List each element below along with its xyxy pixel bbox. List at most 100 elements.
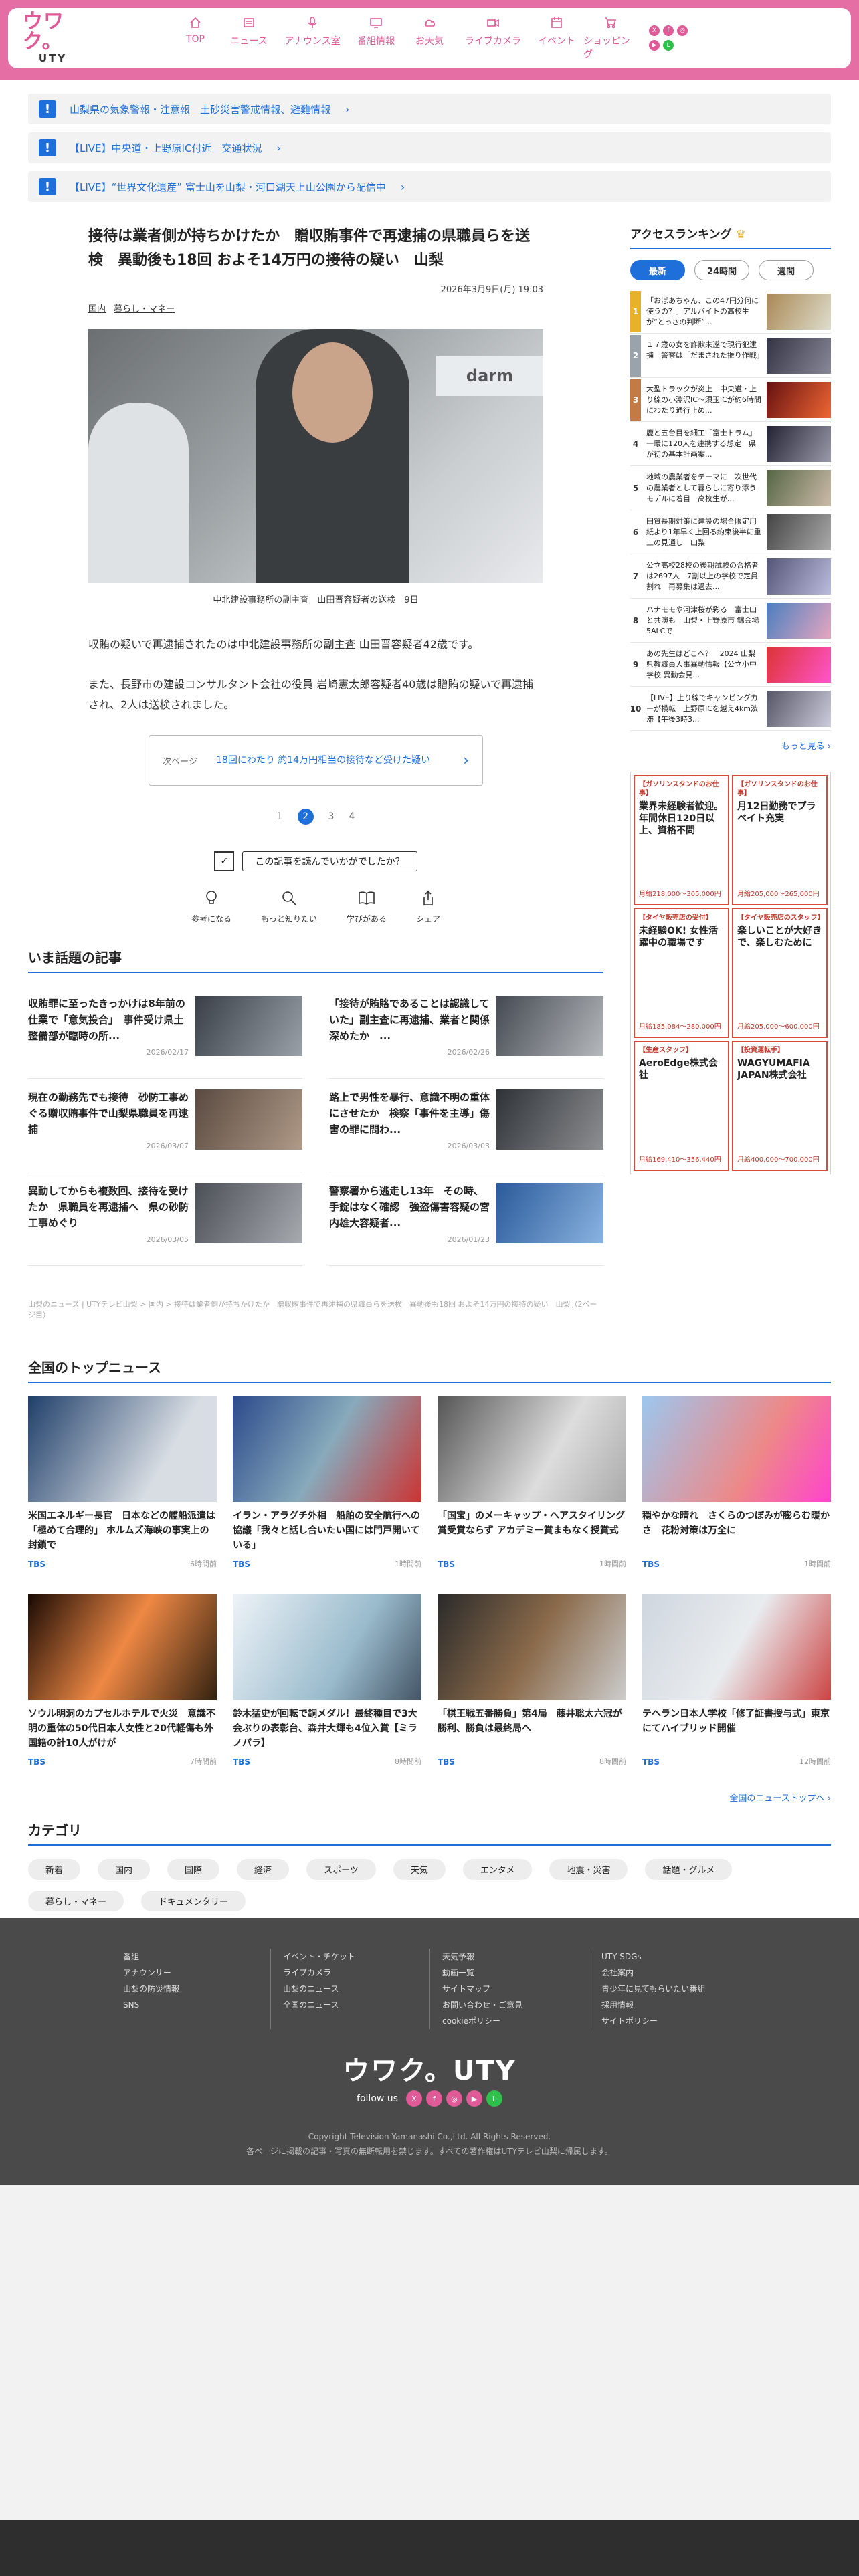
job-ad[interactable]: 【生産スタッフ】 AeroEdge株式会社 月給169,410〜356,440円 xyxy=(634,1041,729,1171)
category-chip[interactable]: スポーツ xyxy=(306,1859,376,1880)
tag-link[interactable]: 暮らし・マネー xyxy=(114,304,175,314)
national-item[interactable]: イラン・アラグチ外相 船舶の安全航行への協議「我々と話し合いたい国には門戸開いて… xyxy=(233,1396,421,1574)
footer-link[interactable]: 番組 xyxy=(123,1949,270,1965)
alert-item[interactable]: ! 【LIVE】中央道・上野原IC付近 交通状況 › xyxy=(28,132,831,163)
footer-link[interactable]: UTY SDGs xyxy=(601,1949,748,1965)
national-item[interactable]: 「棋王戦五番勝負」第4局 藤井聡太六冠が勝利、勝負は最終局へ TBS 8時間前 xyxy=(438,1594,626,1772)
x-icon[interactable]: X xyxy=(649,25,660,36)
category-chip[interactable]: 天気 xyxy=(393,1859,446,1880)
category-chip[interactable]: エンタメ xyxy=(462,1859,533,1880)
category-chip[interactable]: 暮らし・マネー xyxy=(28,1891,124,1911)
page-link[interactable]: 3 xyxy=(328,811,335,822)
ranking-item[interactable]: 5 地域の農業者をテーマに 次世代の農業者として暮らしに寄り添うモデルに着目 高校… xyxy=(630,466,831,510)
job-ad[interactable]: 【タイヤ販売店の受付】 未経験OK! 女性活躍中の職場です 月給185,084〜28… xyxy=(634,907,729,1039)
trending-item[interactable]: 現在の勤務先でも接待 砂防工事めぐる贈収賄事件で山梨県職員を再逮捕 2026/0… xyxy=(28,1079,302,1172)
tab-latest[interactable]: 最新 xyxy=(630,260,685,280)
footer-logo[interactable]: ウワク。UTY xyxy=(0,2049,859,2088)
national-item[interactable]: ソウル明洞のカプセルホテルで火災 意識不明の重体の50代日本人女性と20代軽傷も… xyxy=(28,1594,217,1772)
trending-item[interactable]: 路上で男性を暴行、意識不明の重体にさせたか 検察「事件を主導」傷害の罪に問わ..… xyxy=(329,1079,603,1172)
national-item[interactable]: 穏やかな晴れ さくらのつぼみが膨らむ暖かさ 花粉対策は万全に TBS 1時間前 xyxy=(642,1396,831,1574)
job-ad[interactable]: 【ガソリンスタンドのお仕事】 月12日勤務でプラベイト充実 月給205,000〜26… xyxy=(732,775,828,905)
ranking-item[interactable]: 7 公立高校28校の後期試験の合格者は2697人 7割以上の学校で定員割れ 再募集… xyxy=(630,554,831,599)
trending-item[interactable]: 異動してからも複数回、接待を受けたか 県職員を再逮捕へ 県の砂防工事めぐり 20… xyxy=(28,1172,302,1266)
trending-item[interactable]: 警察署から逃走し13年 その時、手錠はなく確認 強盗傷害容疑の宮内雄大容疑者..… xyxy=(329,1172,603,1266)
tab-24h[interactable]: 24時間 xyxy=(694,260,749,280)
nav-weather[interactable]: お天気 xyxy=(403,15,456,61)
footer-link[interactable]: サイトマップ xyxy=(442,1981,589,1997)
footer-link[interactable]: 山梨のニュース xyxy=(283,1981,430,1997)
national-item[interactable]: 「国宝」のメーキャップ・ヘアスタイリング賞受賞ならず アカデミー賞まもなく授賞式… xyxy=(438,1396,626,1574)
category-chip[interactable]: 経済 xyxy=(237,1859,290,1880)
ranking-item[interactable]: 4 鹿と五台目を細工「富士トラム」一環に120人を連携する想定 県が初の基本計画案… xyxy=(630,422,831,466)
footer-link[interactable]: サイトポリシー xyxy=(601,2013,748,2029)
nav-livecam[interactable]: ライブカメラ xyxy=(456,15,530,61)
national-item[interactable]: テヘラン日本人学校「修了証書授与式」東京にてハイブリッド開催 TBS 12時間前 xyxy=(642,1594,831,1772)
next-page-link[interactable]: 次ページ 18回にわたり 約14万円相当の接待など受けた疑い › xyxy=(149,735,483,786)
facebook-icon[interactable]: f xyxy=(663,25,674,36)
footer-link[interactable]: 青少年に見てもらいたい番組 xyxy=(601,1981,748,1997)
ranking-more-link[interactable]: もっと見る › xyxy=(630,739,831,752)
footer-link[interactable]: ライブカメラ xyxy=(283,1965,430,1981)
line-icon[interactable]: L xyxy=(486,2090,502,2107)
instagram-icon[interactable]: ◎ xyxy=(446,2090,462,2107)
ranking-item[interactable]: 9 あの先生はどこへ？ 2024 山梨県教職員人事異動情報【公立小中学校 異動会見… xyxy=(630,643,831,687)
feedback-button[interactable]: この記事を読んでいかがでしたか？ xyxy=(242,851,417,871)
trending-item[interactable]: 「接待が賄賂であることは認識していた」副主査に再逮捕、業者と関係深めたか ...… xyxy=(329,985,603,1079)
trending-item[interactable]: 収賄罪に至ったきっかけは8年前の仕業で「意気投合」 事件受け県土整備部が臨時の所… xyxy=(28,985,302,1079)
ranking-item[interactable]: 6 田質長期対策に建設の場合限定用紙より1年早く上回る約束後半に重工の見通し 山梨 xyxy=(630,510,831,554)
reaction-helpful[interactable]: 参考になる xyxy=(191,889,231,924)
footer-link[interactable]: 山梨の防災情報 xyxy=(123,1981,270,1997)
footer-link[interactable]: イベント・チケット xyxy=(283,1949,430,1965)
job-ad[interactable]: 【投資運転手】 WAGYUMAFIA JAPAN株式会社 月給400,000〜700… xyxy=(732,1041,828,1171)
ranking-item[interactable]: 3 大型トラックが炎上 中央道・上り線の小淵沢IC〜須玉ICが約6時間にわたり通行… xyxy=(630,378,831,422)
footer-link[interactable]: SNS xyxy=(123,1997,270,2013)
job-ad[interactable]: 【タイヤ販売店のスタッフ】 楽しいことが大好きで、楽しむために 月給205,000〜… xyxy=(732,907,828,1039)
category-chip[interactable]: 地震・災害 xyxy=(549,1859,628,1880)
tab-weekly[interactable]: 週間 xyxy=(759,260,814,280)
ranking-item[interactable]: 8 ハナモモや河津桜が彩る 富士山と共演も 山梨・上野原市 錦会場5ALCで xyxy=(630,599,831,643)
site-logo[interactable]: ウワク。 UTY xyxy=(23,12,83,65)
footer-link[interactable]: 全国のニュース xyxy=(283,1997,430,2013)
page-link[interactable]: 4 xyxy=(349,811,355,822)
facebook-icon[interactable]: f xyxy=(425,2090,442,2107)
job-ad[interactable]: 【ガソリンスタンドのお仕事】 業界未経験者歓迎。年間休日120日以上、資格不問 月給… xyxy=(634,775,729,905)
page-link[interactable]: 1 xyxy=(277,811,283,822)
category-chip[interactable]: 国内 xyxy=(98,1859,151,1880)
nav-news[interactable]: ニュース xyxy=(222,15,276,61)
tag-link[interactable]: 国内 xyxy=(88,304,106,314)
category-chip[interactable]: 国際 xyxy=(167,1859,220,1880)
breadcrumb[interactable]: 山梨のニュース | UTYテレビ山梨 > 国内 > 接待は業者側が持ちかけたか … xyxy=(28,1299,603,1321)
nav-event[interactable]: イベント xyxy=(530,15,583,61)
national-more-link[interactable]: 全国のニューストップへ › xyxy=(28,1791,831,1804)
footer-link[interactable]: 会社案内 xyxy=(601,1965,748,1981)
category-chip[interactable]: 話題・グルメ xyxy=(645,1859,733,1880)
nav-announcer[interactable]: アナウンス室 xyxy=(276,15,349,61)
footer-link[interactable]: cookieポリシー xyxy=(442,2013,589,2029)
footer-link[interactable]: アナウンサー xyxy=(123,1965,270,1981)
footer-link[interactable]: 動画一覧 xyxy=(442,1965,589,1981)
reaction-share[interactable]: シェア xyxy=(416,889,440,924)
category-chip[interactable]: 新着 xyxy=(28,1859,81,1880)
national-item[interactable]: 米国エネルギー長官 日本などの艦船派遣は「極めて合理的」 ホルムズ海峡の事実上の… xyxy=(28,1396,217,1574)
alert-item[interactable]: ! 山梨県の気象警報・注意報 土砂災害警戒情報、避難情報 › xyxy=(28,94,831,124)
ranking-item[interactable]: 1 「おばあちゃん、この47円分何に使うの？」アルバイトの高校生が“とっさの判断”… xyxy=(630,290,831,334)
nav-programs[interactable]: 番組情報 xyxy=(349,15,403,61)
ranking-item[interactable]: 2 １７歳の女を詐欺未遂で現行犯逮捕 警察は「だまされた振り作戦」 xyxy=(630,334,831,378)
reaction-more[interactable]: もっと知りたい xyxy=(261,889,317,924)
instagram-icon[interactable]: ◎ xyxy=(677,25,688,36)
page-link-current[interactable]: 2 xyxy=(297,809,314,825)
national-item[interactable]: 鈴木猛史が回転で銅メダル！最終種目で3大会ぶりの表彰台、森井大輝も4位入賞【ミラ… xyxy=(233,1594,421,1772)
reaction-learn[interactable]: 学びがある xyxy=(347,889,387,924)
youtube-icon[interactable]: ▶ xyxy=(466,2090,482,2107)
line-icon[interactable]: L xyxy=(663,40,674,51)
category-chip[interactable]: ドキュメンタリー xyxy=(141,1891,246,1911)
nav-top[interactable]: TOP xyxy=(169,15,222,61)
x-icon[interactable]: X xyxy=(405,2090,422,2107)
footer-link[interactable]: 採用情報 xyxy=(601,1997,748,2013)
youtube-icon[interactable]: ▶ xyxy=(649,40,660,51)
footer-link[interactable]: 天気予報 xyxy=(442,1949,589,1965)
footer-link[interactable]: お問い合わせ・ご意見 xyxy=(442,1997,589,2013)
nav-shopping[interactable]: ショッピング xyxy=(583,15,637,61)
ranking-item[interactable]: 10 【LIVE】上り線でキャンピングカーが横転 上野原ICを越え4km渋滞【午後… xyxy=(630,687,831,731)
alert-item[interactable]: ! 【LIVE】“世界文化遺産” 富士山を山梨・河口湖天上山公園から配信中 › xyxy=(28,171,831,202)
